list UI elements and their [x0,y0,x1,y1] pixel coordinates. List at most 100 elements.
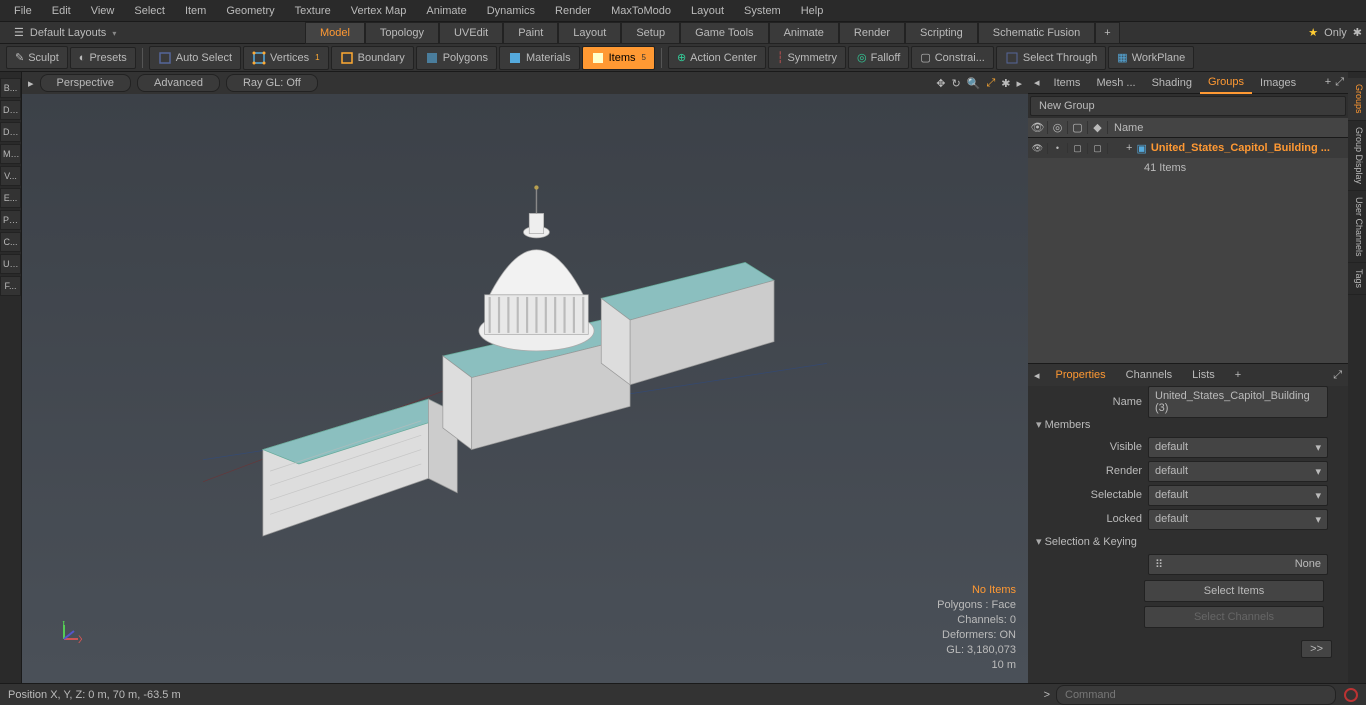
axis-gizmo[interactable]: YX [60,621,82,643]
menu-texture[interactable]: Texture [285,2,341,20]
menu-system[interactable]: System [734,2,791,20]
left-btn-3[interactable]: Mes... [0,144,21,164]
prop-visible-dropdown[interactable]: default▾ [1148,437,1328,458]
tab-uvedit[interactable]: UVEdit [439,22,503,44]
menu-view[interactable]: View [81,2,125,20]
tab-schematicfusion[interactable]: Schematic Fusion [978,22,1095,44]
ptab-expand-icon[interactable]: ⤢ [1333,369,1348,382]
settings-icon[interactable]: ✱ [1353,26,1362,39]
rotate-icon[interactable]: ↻ [952,77,961,90]
stab-groupdisplay[interactable]: Group Display [1348,121,1366,191]
left-btn-2[interactable]: Dup... [0,122,21,142]
col-lock[interactable]: ▢ [1068,121,1088,134]
col-solo[interactable]: ◎ [1048,121,1068,134]
more-arrow-button[interactable]: >> [1301,640,1332,658]
boundary-button[interactable]: Boundary [331,46,414,70]
left-btn-6[interactable]: Pol... [0,210,21,230]
left-btn-1[interactable]: De... [0,100,21,120]
prop-chevron-icon[interactable]: ◂ [1028,369,1046,382]
prop-render-dropdown[interactable]: default▾ [1148,461,1328,482]
tab-layout[interactable]: Layout [558,22,621,44]
left-btn-0[interactable]: B... [0,78,21,98]
menu-item[interactable]: Item [175,2,216,20]
tree-row-capitol[interactable]: 👁•▢▢ +▣United_States_Capitol_Building ..… [1028,138,1348,158]
favorite-icon[interactable]: ★ [1308,26,1318,39]
rtab-images[interactable]: Images [1252,73,1304,93]
left-btn-8[interactable]: UV... [0,254,21,274]
rtab-items[interactable]: Items [1046,73,1089,93]
prop-name-field[interactable]: United_States_Capitol_Building (3) [1148,386,1328,418]
left-btn-5[interactable]: E... [0,188,21,208]
layout-preset-dropdown[interactable]: Default Layouts [30,27,116,39]
select-items-button[interactable]: Select Items [1144,580,1324,602]
stab-tags[interactable]: Tags [1348,263,1366,295]
select-channels-button[interactable]: Select Channels [1144,606,1324,628]
selectthrough-button[interactable]: Select Through [996,46,1106,70]
new-group-button[interactable]: New Group [1030,96,1346,116]
left-btn-7[interactable]: C... [0,232,21,252]
viewport-menu2-icon[interactable]: ▸ [1016,77,1022,90]
viewport-camera-dropdown[interactable]: Perspective [40,74,131,92]
col-visibility[interactable]: 👁 [1028,121,1048,134]
autoselect-button[interactable]: Auto Select [149,46,241,70]
menu-maxtomodo[interactable]: MaxToModo [601,2,681,20]
zoom-icon[interactable]: 🔍 [967,77,981,90]
rtab-groups[interactable]: Groups [1200,72,1252,94]
menu-help[interactable]: Help [791,2,834,20]
ptab-properties[interactable]: Properties [1046,365,1116,385]
stab-userchannels[interactable]: User Channels [1348,191,1366,264]
viewport-shading-dropdown[interactable]: Advanced [137,74,220,92]
workplane-button[interactable]: ▦WorkPlane [1108,46,1194,69]
actioncenter-button[interactable]: ⊕Action Center [668,46,766,69]
viewport-3d[interactable]: YX No Items Polygons : Face Channels: 0 … [22,94,1028,683]
falloff-button[interactable]: ◎Falloff [848,46,909,69]
tab-scripting[interactable]: Scripting [905,22,978,44]
stab-groups[interactable]: Groups [1348,78,1366,121]
tab-gametools[interactable]: Game Tools [680,22,769,44]
materials-button[interactable]: Materials [499,46,580,70]
fit-icon[interactable]: ⤢ [986,77,995,90]
items-button[interactable]: Items5 [582,46,655,70]
menu-edit[interactable]: Edit [42,2,81,20]
menu-vertexmap[interactable]: Vertex Map [341,2,417,20]
tab-render[interactable]: Render [839,22,905,44]
rtab-expand-icon[interactable]: ⤢ [1335,76,1344,89]
menu-animate[interactable]: Animate [416,2,476,20]
prop-keying-dropdown[interactable]: ⠿ None [1148,554,1328,575]
tab-setup[interactable]: Setup [621,22,680,44]
tab-add[interactable]: + [1095,22,1119,44]
col-name[interactable]: Name [1108,122,1348,134]
menu-layout[interactable]: Layout [681,2,734,20]
ptab-add[interactable]: + [1225,365,1251,385]
tab-model[interactable]: Model [305,22,365,44]
tab-topology[interactable]: Topology [365,22,439,44]
left-btn-9[interactable]: F... [0,276,21,296]
rtab-meshops[interactable]: Mesh ... [1088,73,1143,93]
rtab-shading[interactable]: Shading [1144,73,1200,93]
pan-icon[interactable]: ✥ [936,77,945,90]
symmetry-button[interactable]: ┆Symmetry [768,46,846,69]
viewport-raygl-dropdown[interactable]: Ray GL: Off [226,74,318,92]
expand-icon[interactable]: + [1126,142,1132,154]
viewport-menu-icon[interactable]: ▸ [28,77,34,90]
menu-dynamics[interactable]: Dynamics [477,2,545,20]
col-color[interactable]: ◆ [1088,121,1108,134]
menu-geometry[interactable]: Geometry [216,2,284,20]
presets-button[interactable]: ◐Presets [70,47,136,69]
right-chevron-icon[interactable]: ◂ [1028,76,1046,89]
left-btn-4[interactable]: V... [0,166,21,186]
menu-select[interactable]: Select [124,2,175,20]
tab-animate[interactable]: Animate [769,22,839,44]
ptab-channels[interactable]: Channels [1116,365,1182,385]
section-selection-keying[interactable]: ▾ Selection & Keying [1034,531,1342,552]
ptab-lists[interactable]: Lists [1182,365,1225,385]
vertices-button[interactable]: Vertices1 [243,46,329,70]
rtab-add-icon[interactable]: + [1325,76,1331,89]
viewport-gear-icon[interactable]: ✱ [1001,77,1010,90]
polygons-button[interactable]: Polygons [416,46,497,70]
prop-locked-dropdown[interactable]: default▾ [1148,509,1328,530]
sculpt-button[interactable]: ✎Sculpt [6,46,68,69]
layout-handle-icon[interactable]: ☰ [8,26,30,39]
command-input[interactable]: Command [1056,685,1336,705]
record-icon[interactable] [1344,688,1358,702]
